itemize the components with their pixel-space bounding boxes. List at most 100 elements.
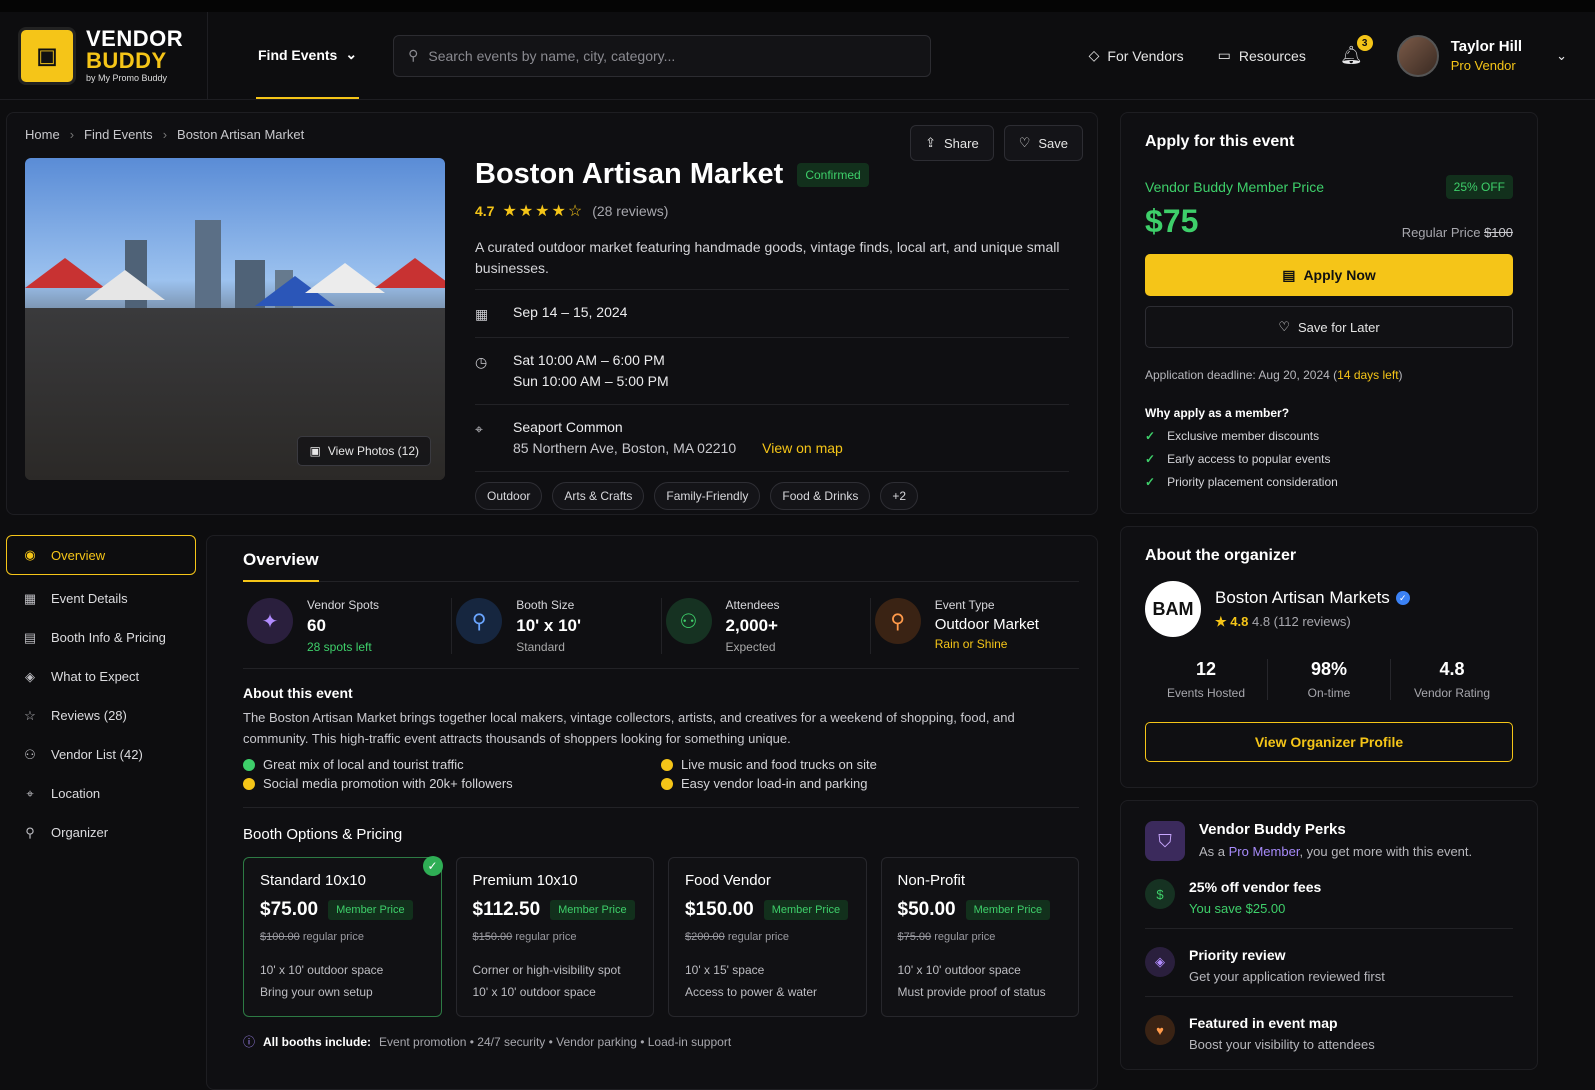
nav-what-to-expect[interactable]: ◈ What to Expect — [6, 659, 196, 694]
stat-label: Event Type — [934, 598, 995, 612]
booth-desc-1: 10' x 15' space — [685, 963, 765, 977]
verified-icon: ✓ — [1395, 591, 1410, 605]
booth-card-standard[interactable]: ✓ Standard 10x10 $75.00 Member Price $100… — [243, 856, 443, 1017]
event-photo[interactable]: ▣ View Photos (12) — [25, 158, 445, 480]
list-item: ✓ Priority placement consideration — [1145, 475, 1513, 489]
venue-name: Seaport Common — [513, 419, 623, 435]
booth-desc-1: Corner or high-visibility spot — [472, 963, 621, 977]
time-sunday: Sun 10:00 AM – 5:00 PM — [513, 373, 669, 389]
resources-link[interactable]: ▭ Resources — [1218, 47, 1306, 64]
nav-location[interactable]: ⌖ Location — [6, 776, 196, 811]
find-events-menu[interactable]: Find Events ⌄ — [256, 12, 360, 99]
more-tags-chip[interactable]: +2 — [880, 482, 919, 510]
about-text: The Boston Artisan Market brings togethe… — [243, 710, 1015, 746]
about-heading: About this event — [243, 685, 353, 701]
image-icon: ▣ — [309, 444, 321, 458]
search-icon: ⚲ — [408, 47, 419, 63]
hero-actions: ⇪ Share ♡ Save — [910, 125, 1083, 161]
nav-booth-info[interactable]: ▤ Booth Info & Pricing — [6, 620, 196, 655]
info-icon: ⓘ — [243, 1035, 256, 1049]
group-icon: ⚇ — [665, 598, 712, 644]
stat-value: 10' x 10' — [516, 616, 582, 635]
tent-shape — [375, 258, 445, 288]
star-icon: ★ — [1215, 614, 1227, 629]
time-saturday: Sat 10:00 AM – 6:00 PM — [513, 352, 665, 368]
save-button[interactable]: ♡ Save — [1003, 125, 1083, 161]
perk-item: ♥ Featured in event map Boost your visibi… — [1145, 1015, 1513, 1064]
check-circle-icon — [661, 758, 673, 771]
booth-card-nonprofit[interactable]: Non-Profit $50.00 Member Price $75.00 reg… — [880, 857, 1079, 1017]
logo-tagline: by My Promo Buddy — [86, 73, 168, 83]
includes-list: Event promotion • 24/7 security • Vendor… — [379, 1034, 732, 1049]
organizer-name[interactable]: Boston Artisan Markets — [1215, 588, 1390, 608]
nav-overview[interactable]: ◉ Overview — [6, 535, 196, 575]
booth-desc-1: 10' x 10' outdoor space — [897, 963, 1021, 977]
search-bar[interactable]: ⚲ — [393, 34, 932, 77]
tag-chip[interactable]: Family-Friendly — [654, 482, 761, 510]
pro-member-link[interactable]: Pro Member — [1229, 844, 1300, 859]
nav-event-details[interactable]: ▦ Event Details — [6, 581, 196, 616]
check-circle-icon — [243, 777, 255, 790]
breadcrumb-home[interactable]: Home — [25, 127, 60, 142]
shield-icon: ⛉ — [1145, 821, 1185, 861]
highlights-list: Great mix of local and tourist traffic L… — [243, 757, 1079, 808]
days-left: 14 days left — [1337, 368, 1399, 382]
booth-desc-2: Bring your own setup — [260, 985, 373, 999]
breadcrumb-find-events[interactable]: Find Events — [84, 127, 153, 142]
stat-value: 2,000+ — [725, 616, 778, 635]
booth-includes: ⓘ All booths include: Event promotion • … — [243, 1033, 1079, 1050]
perk-sub: You save $25.00 — [1189, 901, 1286, 916]
share-label: Share — [944, 135, 979, 151]
stat-sub: Rain or Shine — [934, 637, 1008, 651]
document-icon: ▤ — [1282, 266, 1296, 283]
right-column: Apply for this event Vendor Buddy Member… — [1120, 112, 1538, 1090]
calendar-icon: ▦ — [23, 590, 37, 606]
booth-card-premium[interactable]: Premium 10x10 $112.50 Member Price $150.0… — [455, 857, 654, 1017]
lower-section: ◉ Overview ▦ Event Details ▤ Booth Info & P… — [6, 535, 1098, 1090]
event-rating[interactable]: 4.7 ★★★★☆ (28 reviews) — [475, 201, 1069, 221]
booth-price: $75.00 — [260, 899, 319, 920]
check-circle-icon — [243, 758, 255, 771]
apply-heading: Apply for this event — [1145, 133, 1295, 150]
tag-chip[interactable]: Outdoor — [475, 482, 543, 510]
user-role: Pro Vendor — [1450, 58, 1516, 73]
discount-badge: 25% OFF — [1445, 175, 1513, 199]
view-photos-button[interactable]: ▣ View Photos (12) — [297, 436, 431, 466]
tag-icon: ◇ — [1088, 47, 1100, 63]
view-on-map-link[interactable]: View on map — [762, 440, 843, 456]
regular-suffix: regular price — [727, 931, 789, 943]
brand-logo[interactable]: ▣ VENDOR BUDDY by My Promo Buddy — [0, 12, 208, 99]
includes-label: All booths include: — [263, 1034, 372, 1049]
apply-now-button[interactable]: ▤ Apply Now — [1145, 254, 1513, 296]
nav-organizer[interactable]: ⚲ Organizer — [6, 815, 196, 850]
notifications-button[interactable]: 🔔︎ 3 — [1340, 35, 1373, 66]
user-name: Taylor Hill — [1450, 38, 1523, 55]
save-for-later-button[interactable]: ♡ Save for Later — [1145, 306, 1513, 348]
booth-price: $150.00 — [685, 899, 754, 920]
share-button[interactable]: ⇪ Share — [910, 125, 994, 161]
booth-desc-1: 10' x 10' outdoor space — [260, 963, 384, 977]
stat-label: Vendor Spots — [307, 598, 380, 612]
stat-label: Attendees — [725, 598, 780, 612]
nav-reviews[interactable]: ☆ Reviews (28) — [6, 698, 196, 733]
view-organizer-button[interactable]: View Organizer Profile — [1145, 722, 1513, 762]
user-menu[interactable]: Taylor Hill Pro Vendor ⌄ — [1396, 34, 1567, 77]
stat-label: Booth Size — [516, 598, 575, 612]
users-icon: ⚇ — [24, 746, 36, 762]
overview-heading: Overview — [243, 550, 319, 582]
event-stats: ✦ Vendor Spots 60 28 spots left ⚲ Booth Si… — [243, 582, 1079, 669]
tag-chip[interactable]: Arts & Crafts — [552, 482, 645, 510]
nav-vendor-list[interactable]: ⚇ Vendor List (42) — [6, 737, 196, 772]
chevron-right-icon: › — [162, 127, 168, 142]
stat-sub: 28 spots left — [307, 640, 372, 654]
time-row: ◷ Sat 10:00 AM – 6:00 PM Sun 10:00 AM – … — [475, 338, 1069, 405]
share-icon: ⇪ — [925, 135, 936, 150]
booth-card-food[interactable]: Food Vendor $150.00 Member Price $200.00 … — [668, 857, 867, 1017]
left-column: Home › Find Events › Boston Artisan Mark… — [6, 112, 1098, 1090]
search-input[interactable] — [428, 47, 917, 64]
nav-label: Organizer — [51, 825, 109, 840]
for-vendors-link[interactable]: ◇ For Vendors — [1089, 47, 1184, 64]
tag-chip[interactable]: Food & Drinks — [770, 482, 871, 510]
booth-desc-2: Access to power & water — [685, 985, 818, 999]
why-text: Priority placement consideration — [1167, 475, 1338, 489]
